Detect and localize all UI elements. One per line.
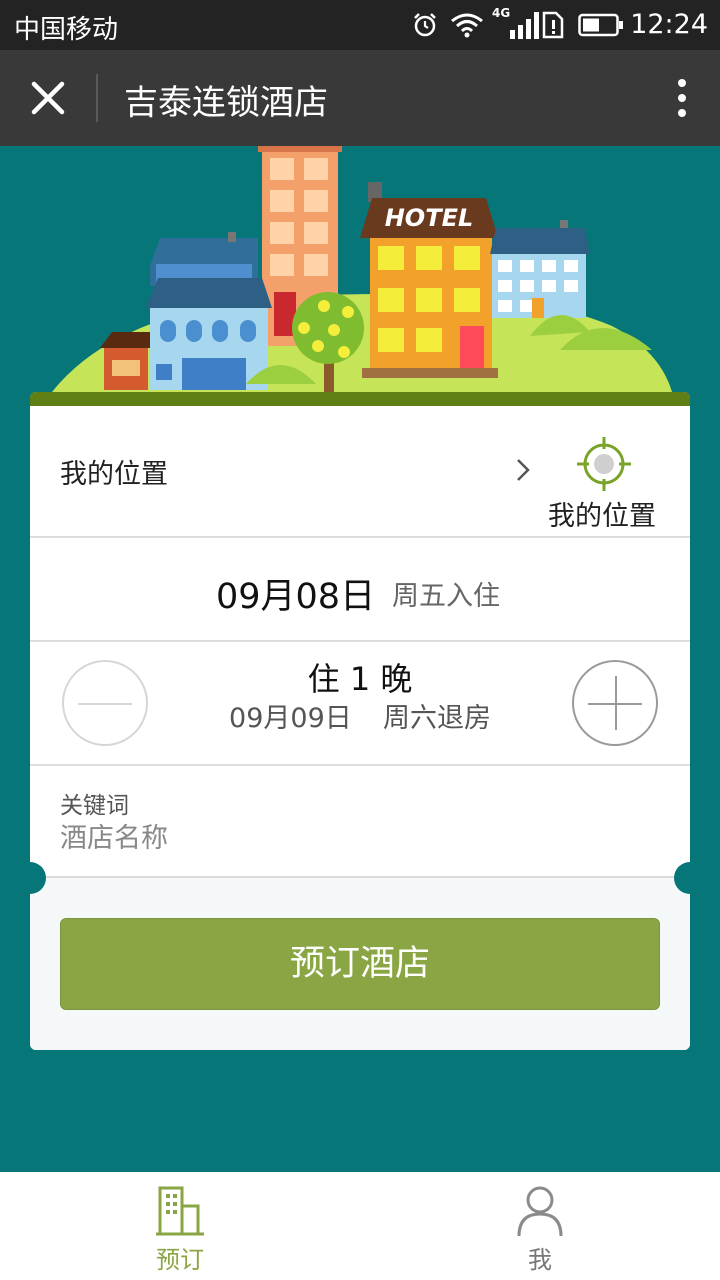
locate-button-label[interactable]: 我的位置 xyxy=(548,494,656,533)
status-icons: 4G xyxy=(400,6,624,40)
book-hotel-button[interactable]: 预订酒店 xyxy=(60,918,660,1010)
checkin-row[interactable]: 09月08日 周五入住 xyxy=(30,538,690,642)
tab-bar: 预订 我 xyxy=(0,1172,720,1280)
book-area: 预订酒店 xyxy=(30,878,690,1050)
plus-icon-v xyxy=(615,676,617,730)
more-options-icon[interactable] xyxy=(672,78,692,118)
battery-icon xyxy=(578,13,623,37)
carrier-name: 中国移动 xyxy=(14,15,119,45)
card-top-border xyxy=(30,392,690,406)
person-icon xyxy=(517,1186,563,1237)
increase-nights-button[interactable] xyxy=(572,660,658,746)
hotel-name-input[interactable] xyxy=(60,818,640,858)
hotel-sign: HOTEL xyxy=(385,204,474,232)
tab-me[interactable]: 我 xyxy=(360,1172,720,1280)
title-separator xyxy=(96,74,98,122)
tab-me-label: 我 xyxy=(528,1246,552,1274)
ticket-notch-left xyxy=(14,862,46,894)
checkin-weekday: 周五入住 xyxy=(392,581,500,612)
location-row[interactable]: 我的位置 我的位置 xyxy=(30,406,690,538)
clock: 12:24 xyxy=(630,9,708,40)
ticket-notch-right xyxy=(674,862,706,894)
booking-card: 我的位置 我的位置 09月08日 周五入住 住 1 晚 09月09日 周六退房 … xyxy=(30,392,690,1050)
title-bar: 吉泰连锁酒店 xyxy=(0,50,720,146)
tab-booking-label: 预订 xyxy=(156,1246,204,1274)
status-bar: 中国移动 4G 12:24 xyxy=(0,0,720,50)
nights-row: 住 1 晚 09月09日 周六退房 xyxy=(30,642,690,766)
location-label: 我的位置 xyxy=(60,459,168,490)
checkout-date: 09月09日 xyxy=(229,703,352,734)
wifi-icon xyxy=(451,13,483,38)
locate-target-icon[interactable] xyxy=(576,436,632,492)
checkout-weekday: 周六退房 xyxy=(382,703,491,734)
page-title: 吉泰连锁酒店 xyxy=(124,83,328,123)
chevron-right-icon xyxy=(517,459,530,481)
alarm-icon xyxy=(414,13,436,37)
tab-booking[interactable]: 预订 xyxy=(0,1172,360,1280)
checkin-date[interactable]: 09月08日 xyxy=(216,568,375,619)
sim-alert-icon xyxy=(542,11,564,39)
signal-icon: 4G xyxy=(492,6,539,40)
keyword-label: 关键词 xyxy=(60,793,129,819)
close-icon[interactable] xyxy=(24,74,72,122)
keyword-row: 关键词 xyxy=(30,766,690,878)
hotel-illustration: HOTEL xyxy=(52,146,672,392)
building-icon xyxy=(156,1186,204,1236)
